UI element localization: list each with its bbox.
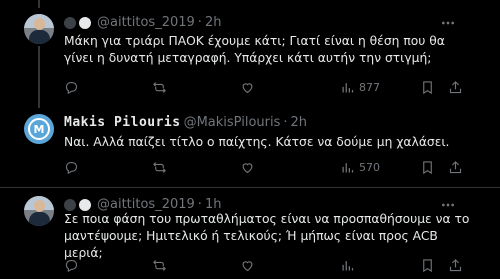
tweet-actions: 877 (64, 80, 474, 96)
timestamp[interactable]: 1h (205, 197, 222, 212)
tweet[interactable]: M Makis Pilouris @MakisPilouris · 2h Ναι… (0, 108, 500, 190)
views-bar-chart-icon (342, 261, 354, 271)
timestamp[interactable]: 2h (205, 15, 222, 30)
views-button[interactable]: 570 (340, 160, 380, 175)
user-handle[interactable]: @aittitos_2019 (97, 15, 195, 30)
tweet-header: @aittitos_2019 · 1h (64, 197, 221, 212)
view-count: 877 (359, 81, 380, 94)
reply-button[interactable] (64, 258, 79, 273)
share-icon (449, 259, 462, 272)
more-options-button[interactable] (436, 11, 460, 35)
share-icon (449, 161, 462, 174)
user-handle[interactable]: @aittitos_2019 (97, 197, 195, 212)
retweet-icon (153, 260, 166, 271)
separator: · (197, 197, 202, 212)
share-icon (449, 81, 462, 94)
reply-icon (65, 161, 78, 175)
user-handle[interactable]: @MakisPilouris (184, 115, 281, 130)
avatar-logo: M (28, 118, 50, 140)
retweet-icon (153, 162, 166, 173)
retweet-button[interactable] (152, 160, 167, 175)
bookmark-button[interactable] (420, 258, 435, 273)
bookmark-icon (423, 81, 432, 95)
emoji-icon (64, 198, 76, 211)
bookmark-icon (423, 161, 432, 175)
timestamp[interactable]: 2h (291, 115, 308, 130)
like-button[interactable] (240, 80, 255, 95)
tweet-header: @aittitos_2019 · 2h (64, 15, 221, 30)
retweet-icon (153, 82, 166, 93)
heart-icon (242, 163, 253, 174)
emoji-icon (79, 16, 91, 29)
like-button[interactable] (240, 160, 255, 175)
view-count: 570 (359, 161, 380, 174)
avatar[interactable]: M (24, 114, 54, 144)
emoji-icon (64, 16, 76, 29)
tweet[interactable]: @aittitos_2019 · 1h Σε ποια φάση του πρω… (0, 188, 500, 279)
views-bar-chart-icon (342, 83, 354, 93)
avatar[interactable] (24, 14, 54, 44)
reply-button[interactable] (64, 160, 79, 175)
share-button[interactable] (448, 160, 463, 175)
views-button[interactable] (340, 258, 355, 273)
heart-icon (242, 261, 253, 272)
retweet-button[interactable] (152, 258, 167, 273)
tweet-text: Ναι. Αλλά παίζει τίτλο ο παίχτης. Κάτσε … (64, 135, 450, 149)
display-name[interactable]: Makis Pilouris (64, 115, 181, 130)
tweet-text: Σε ποια φάση του πρωταθλήματος είναι να … (64, 212, 470, 260)
reply-icon (65, 259, 78, 273)
tweet-header: Makis Pilouris @MakisPilouris · 2h (64, 115, 307, 130)
heart-icon (242, 83, 253, 94)
share-button[interactable] (448, 258, 463, 273)
separator: · (283, 115, 288, 130)
reply-icon (65, 81, 78, 95)
emoji-icon (79, 198, 91, 211)
separator: · (197, 15, 202, 30)
share-button[interactable] (448, 80, 463, 95)
retweet-button[interactable] (152, 80, 167, 95)
more-horizontal-icon (442, 21, 454, 25)
tweet-actions: 570 (64, 160, 474, 176)
reply-button[interactable] (64, 80, 79, 95)
bookmark-icon (423, 259, 432, 273)
tweet-actions (64, 258, 474, 274)
views-button[interactable]: 877 (340, 80, 380, 95)
tweet-text: Μάκη για τριάρι ΠΑΟΚ έχουμε κάτι; Γιατί … (64, 34, 445, 65)
bookmark-button[interactable] (420, 80, 435, 95)
tweet[interactable]: @aittitos_2019 · 2h Μάκη για τριάρι ΠΑΟΚ… (0, 0, 500, 108)
bookmark-button[interactable] (420, 160, 435, 175)
views-bar-chart-icon (342, 163, 354, 173)
like-button[interactable] (240, 258, 255, 273)
avatar[interactable] (24, 196, 54, 226)
